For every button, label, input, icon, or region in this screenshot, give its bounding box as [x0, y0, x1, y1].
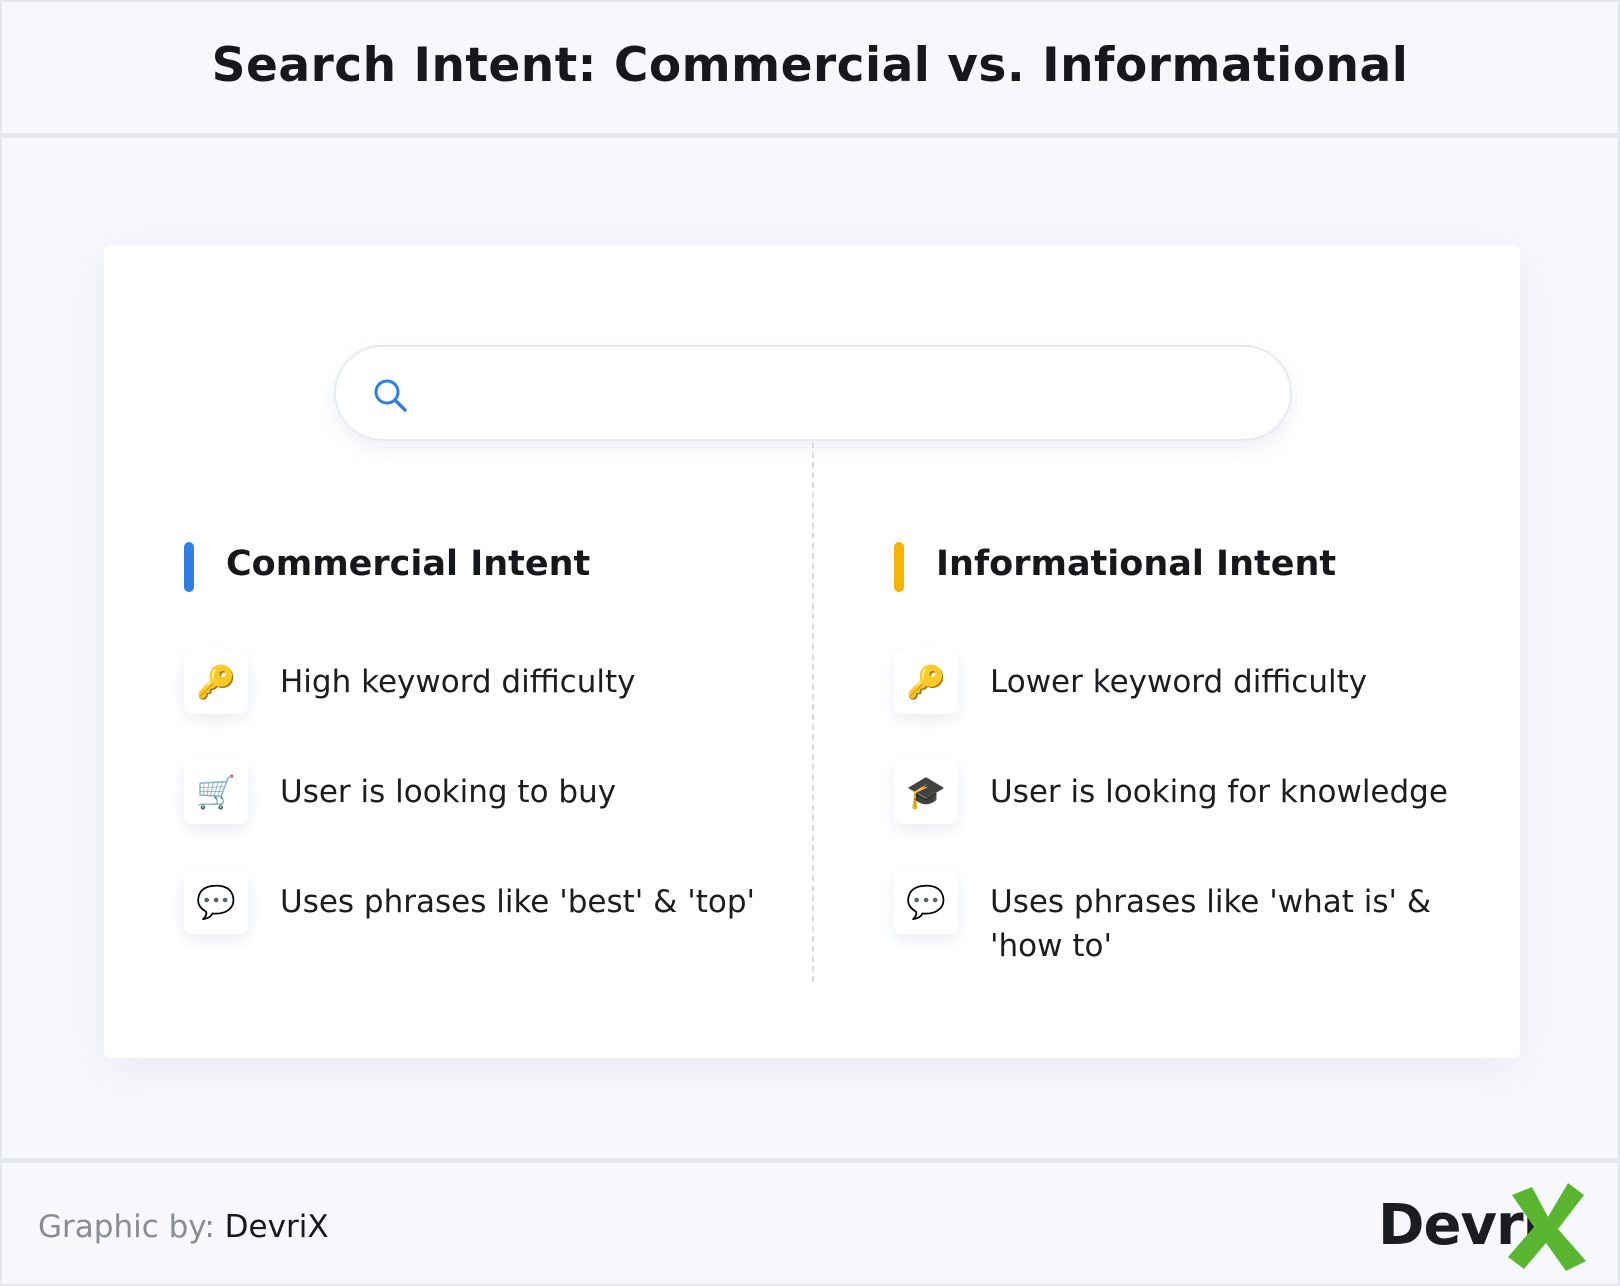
column-header: Commercial Intent: [184, 540, 824, 592]
key-icon: 🔑: [894, 650, 958, 714]
speech-bubble-icon: 💬: [894, 870, 958, 934]
speech-bubble-icon: 💬: [184, 870, 248, 934]
item-text: Uses phrases like 'what is' & 'how to': [990, 884, 1432, 964]
x-mark-icon: [1508, 1183, 1586, 1271]
accent-bar: [894, 542, 904, 592]
commercial-column: Commercial Intent 🔑 High keyword difficu…: [184, 540, 824, 934]
key-icon: 🔑: [184, 650, 248, 714]
column-header: Informational Intent: [894, 540, 1534, 592]
credit-label: Graphic by:: [38, 1209, 215, 1245]
graduation-cap-icon: 🎓: [894, 760, 958, 824]
page-title: Search Intent: Commercial vs. Informatio…: [211, 38, 1409, 93]
column-title: Informational Intent: [936, 544, 1337, 584]
column-divider: [812, 442, 814, 982]
item-text: Uses phrases like 'best' & 'top': [280, 884, 756, 920]
credit: Graphic by: DevriX: [38, 1209, 329, 1245]
informational-column: Informational Intent 🔑 Lower keyword dif…: [894, 540, 1534, 964]
content-card: Commercial Intent 🔑 High keyword difficu…: [104, 245, 1520, 1058]
column-title: Commercial Intent: [226, 544, 591, 584]
footer: Graphic by: DevriX Devri: [2, 1158, 1618, 1286]
header: Search Intent: Commercial vs. Informatio…: [2, 2, 1618, 138]
item-text: User is looking to buy: [280, 774, 617, 810]
credit-brand: DevriX: [224, 1209, 329, 1245]
search-bar[interactable]: [334, 345, 1292, 441]
devrix-logo: Devri: [1378, 1181, 1588, 1273]
item-text: User is looking for knowledge: [990, 774, 1448, 810]
item-text: High keyword difficulty: [280, 664, 636, 700]
item-text: Lower keyword difficulty: [990, 664, 1368, 700]
accent-bar: [184, 542, 194, 592]
infographic: Search Intent: Commercial vs. Informatio…: [0, 0, 1620, 1286]
search-icon: [374, 379, 407, 412]
shopping-cart-icon: 🛒: [184, 760, 248, 824]
